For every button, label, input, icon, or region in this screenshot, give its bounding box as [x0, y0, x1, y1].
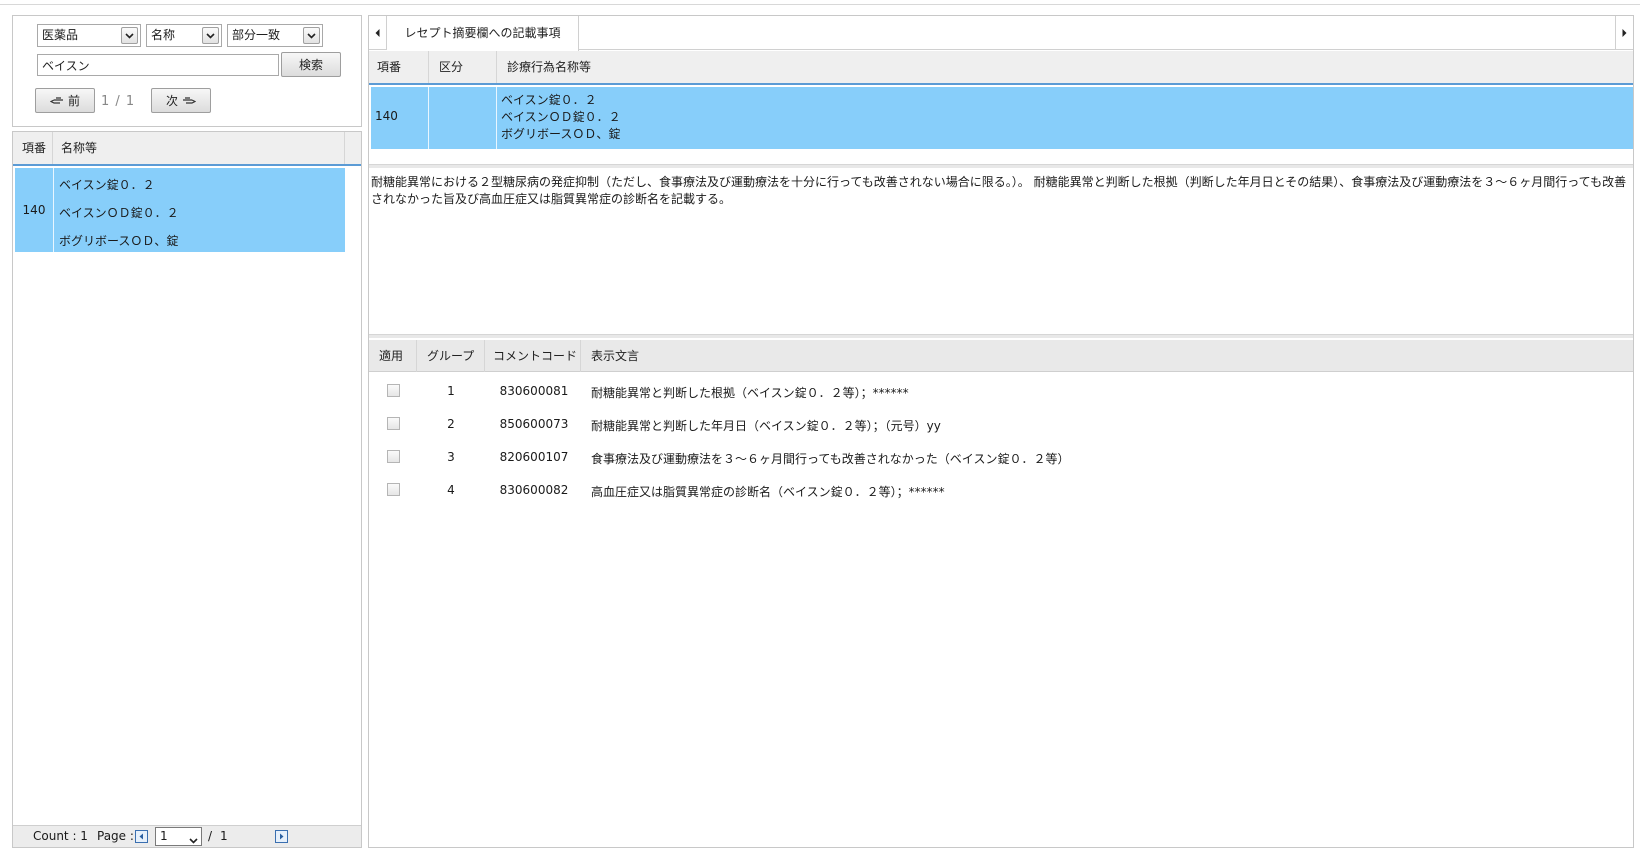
chevron-down-icon: [189, 833, 198, 847]
tab-receipt-notes[interactable]: レセプト摘要欄への記載事項: [387, 16, 579, 51]
comment-text: 高血圧症又は脂質異常症の診断名（ベイスン錠０．２等）；******: [591, 485, 945, 499]
field-select-value: 名称: [151, 28, 176, 42]
page-label: Page :: [97, 829, 134, 843]
comment-text: 耐糖能異常と判断した年月日（ベイスン錠０．２等）；（元号）yy: [591, 419, 941, 433]
table-row[interactable]: 3 820600107 食事療法及び運動療法を３～６ヶ月間行っても改善されなかっ…: [369, 440, 1633, 474]
hand-right-icon: [182, 94, 197, 108]
match-select-value: 部分一致: [232, 28, 281, 42]
match-select[interactable]: 部分一致: [227, 24, 323, 47]
chevron-down-icon: [121, 27, 138, 44]
list-item[interactable]: 140 ベイスン錠０．２ ベイスンＯＤ錠０．２ ボグリボースＯＤ、錠: [15, 168, 345, 252]
comment-code: 830600081: [499, 384, 569, 398]
comment-text: 耐糖能異常と判断した根拠（ベイスン錠０．２等）；******: [591, 386, 909, 400]
detail-row-name: ボグリボースＯＤ、錠: [501, 127, 621, 141]
table-row[interactable]: 2 850600073 耐糖能異常と判断した年月日（ベイスン錠０．２等）；（元号…: [369, 407, 1633, 441]
column-header-group[interactable]: グループ: [417, 340, 485, 372]
prev-button-label: 前: [67, 94, 80, 108]
column-header-name[interactable]: 名称等: [53, 132, 345, 164]
comment-text: 食事療法及び運動療法を３～６ヶ月間行っても改善されなかった（ベイスン錠０．２等）: [591, 452, 1070, 466]
result-list-panel: 項番 名称等 140 ベイスン錠０．２ ベイスンＯＤ錠０．２ ボグリボースＯＤ、…: [12, 131, 362, 848]
detail-row-names-cell: ベイスン錠０．２ ベイスンＯＤ錠０．２ ボグリボースＯＤ、錠: [497, 87, 1633, 149]
comment-grid-header: 適用 グループ コメントコード 表示文言: [369, 340, 1633, 372]
apply-checkbox[interactable]: [387, 384, 400, 397]
page-select[interactable]: 1: [155, 827, 202, 846]
column-header-procedure-name[interactable]: 診療行為名称等: [497, 51, 1633, 83]
next-button-label: 次: [165, 94, 178, 108]
column-header-category[interactable]: 区分: [429, 51, 497, 83]
page-indicator: 1 / 1: [101, 94, 136, 109]
next-page-icon[interactable]: [275, 830, 288, 843]
prev-button[interactable]: 前: [35, 88, 95, 113]
record-count: Count : 1: [33, 829, 88, 843]
search-button[interactable]: 検索: [281, 52, 341, 77]
result-list-header: 項番 名称等: [13, 132, 361, 166]
chevron-down-icon: [303, 27, 320, 44]
column-header-display-text[interactable]: 表示文言: [581, 340, 1633, 372]
list-item-number: 140: [15, 168, 54, 252]
comment-code: 850600073: [499, 417, 569, 431]
chevron-down-icon: [202, 27, 219, 44]
comment-group: 1: [447, 384, 455, 398]
comment-code: 820600107: [499, 450, 569, 464]
detail-row-name: ベイスン錠０．２: [501, 93, 597, 107]
table-row[interactable]: 4 830600082 高血圧症又は脂質異常症の診断名（ベイスン錠０．２等）；*…: [369, 473, 1633, 507]
tab-scroll-left-icon[interactable]: [369, 16, 387, 50]
column-header-applied[interactable]: 適用: [369, 340, 417, 372]
splitter-upper[interactable]: [369, 164, 1633, 168]
category-select-value: 医薬品: [42, 28, 79, 42]
list-item-name: ベイスン錠０．２: [59, 178, 155, 192]
comment-group: 2: [447, 417, 455, 431]
page-total: 1: [220, 829, 228, 843]
prev-page-icon[interactable]: [135, 830, 148, 843]
comment-group: 3: [447, 450, 455, 464]
comment-code: 830600082: [499, 483, 569, 497]
page-select-value: 1: [160, 829, 168, 843]
search-input[interactable]: [37, 54, 279, 76]
search-panel: 医薬品 名称 部分一致 検索 前 1 / 1 次: [12, 15, 362, 127]
comment-group: 4: [447, 483, 455, 497]
table-row[interactable]: 1 830600081 耐糖能異常と判断した根拠（ベイスン錠０．２等）；****…: [369, 374, 1633, 408]
category-select[interactable]: 医薬品: [37, 24, 141, 47]
hand-left-icon: [49, 94, 64, 108]
column-header-number[interactable]: 項番: [369, 51, 429, 83]
top-divider: [0, 4, 1640, 5]
detail-panel: レセプト摘要欄への記載事項 項番 区分 診療行為名称等 140 ベイスン錠０．２…: [368, 15, 1634, 848]
list-item-name: ボグリボースＯＤ、錠: [59, 234, 179, 248]
column-header-number[interactable]: 項番: [13, 132, 53, 164]
tab-scroll-right-icon[interactable]: [1615, 16, 1633, 50]
detail-row-number-cell: 140: [371, 87, 429, 149]
list-item-name: ベイスンＯＤ錠０．２: [59, 206, 179, 220]
list-footer: Count : 1 Page : 1 / 1: [13, 825, 361, 847]
detail-row-name: ベイスンＯＤ錠０．２: [501, 110, 621, 124]
field-select[interactable]: 名称: [146, 24, 222, 47]
detail-row-category: [429, 87, 497, 149]
description-text: 耐糖能異常における２型糖尿病の発症抑制（ただし、食事療法及び運動療法を十分に行っ…: [371, 175, 1627, 206]
detail-grid-header: 項番 区分 診療行為名称等: [369, 51, 1633, 85]
next-button[interactable]: 次: [151, 88, 211, 113]
tab-bar: レセプト摘要欄への記載事項: [369, 16, 1633, 51]
page-separator: /: [208, 829, 213, 843]
detail-row[interactable]: 140 ベイスン錠０．２ ベイスンＯＤ錠０．２ ボグリボースＯＤ、錠: [371, 87, 1633, 149]
apply-checkbox[interactable]: [387, 450, 400, 463]
search-button-label: 検索: [298, 58, 323, 72]
apply-checkbox[interactable]: [387, 417, 400, 430]
column-header-comment-code[interactable]: コメントコード: [485, 340, 581, 372]
apply-checkbox[interactable]: [387, 483, 400, 496]
detail-row-number: 140: [375, 109, 398, 123]
splitter-lower[interactable]: [369, 334, 1633, 338]
